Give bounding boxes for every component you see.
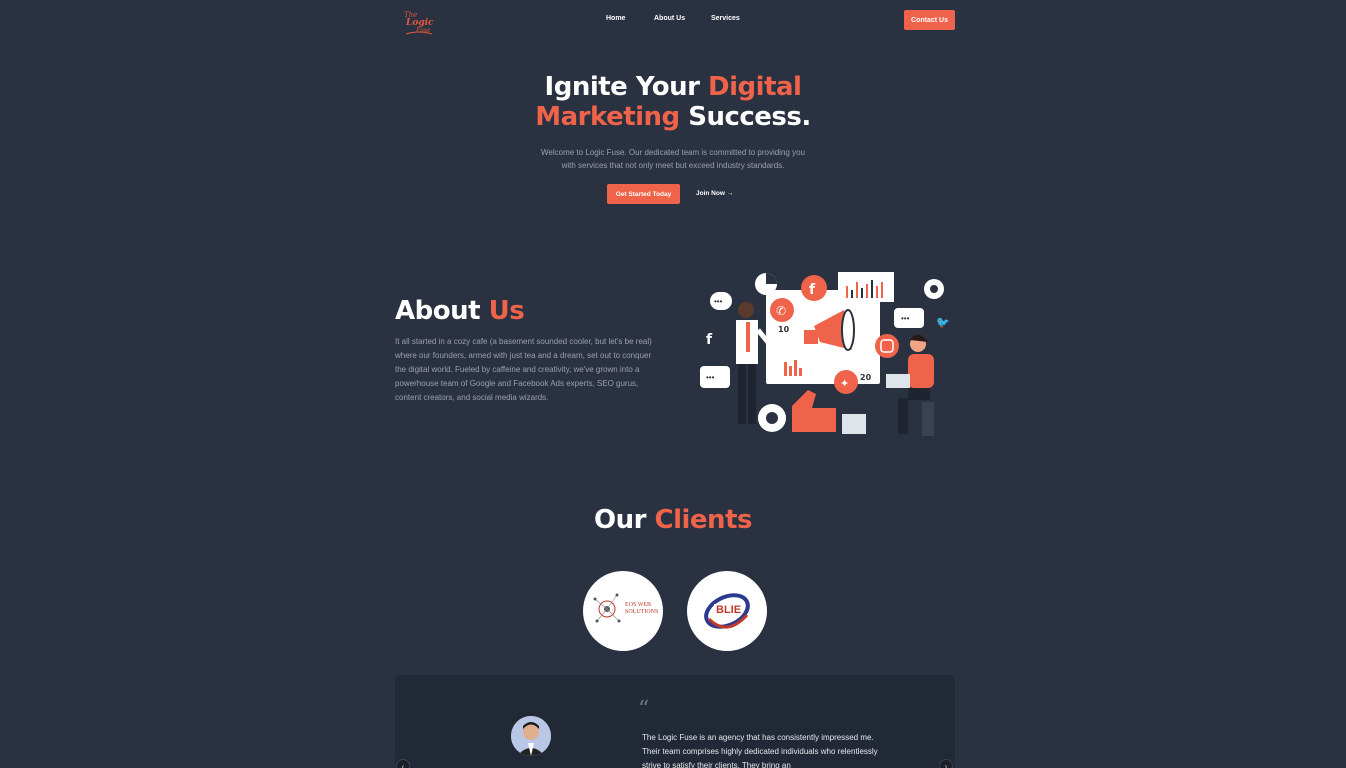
logic-fuse-logo[interactable]: The Logic Fuse — [402, 8, 436, 36]
blie-logo-text: BLIE — [716, 604, 742, 616]
svg-text:🐦: 🐦 — [936, 316, 950, 329]
nav-home[interactable]: Home — [606, 15, 625, 22]
svg-text:✦: ✦ — [840, 377, 849, 390]
digital-marketing-illustration: ✆ f ✦ 10 20 ••• ••• ••• 🐦 f — [696, 270, 952, 442]
client-logo-blie[interactable]: BLIE — [687, 571, 767, 651]
hero-title-part2: Success. — [679, 102, 811, 132]
hero-title-accent1: Digital — [708, 72, 802, 102]
svg-text:•••: ••• — [901, 314, 910, 323]
about-body: It all started in a cozy cafe (a basemen… — [395, 337, 652, 402]
hero-subtitle-line1: Welcome to Logic Fuse. Our dedicated tea… — [541, 148, 805, 157]
svg-text:•••: ••• — [714, 297, 723, 306]
hero-subtitle-line2: with services that not only meet but exc… — [561, 161, 785, 170]
svg-text:f: f — [706, 332, 713, 348]
quote-icon: “ — [638, 697, 650, 722]
clients-title-plain: Our — [594, 505, 655, 535]
clients-title: Our Clients — [0, 505, 1346, 535]
clients-title-accent: Clients — [654, 505, 753, 535]
client-logo-eos-web-solutions[interactable]: EOS WEB SOLUTIONS — [583, 571, 663, 651]
svg-text:•••: ••• — [706, 373, 715, 382]
prev-arrow-icon[interactable]: ‹ — [396, 759, 410, 768]
svg-text:f: f — [809, 282, 816, 298]
testimonial-card: “ The Logic Fuse is an agency that has c… — [395, 675, 955, 768]
hero-title-accent2: Marketing — [535, 102, 680, 132]
about-title: About Us — [395, 296, 525, 326]
about-title-accent: Us — [488, 296, 525, 326]
hero-subtitle: Welcome to Logic Fuse. Our dedicated tea… — [0, 146, 1346, 172]
eos-logo-text: EOS WEB SOLUTIONS — [625, 602, 658, 616]
join-now-link[interactable]: Join Now → — [696, 190, 733, 197]
next-arrow-icon[interactable]: › — [939, 759, 953, 768]
testimonial-avatar — [511, 716, 551, 756]
about-title-plain: About — [395, 296, 489, 326]
nav-about-us[interactable]: About Us — [654, 15, 685, 22]
eos-logo-line2: SOLUTIONS — [625, 609, 659, 615]
hero-title: Ignite Your Digital Marketing Success. — [0, 72, 1346, 132]
top-nav: The Logic Fuse Home About Us Services Co… — [0, 0, 1346, 42]
svg-text:20: 20 — [860, 373, 872, 382]
eos-logo-line1: EOS WEB — [625, 602, 652, 608]
svg-text:10: 10 — [778, 325, 790, 334]
contact-us-button[interactable]: Contact Us — [904, 10, 955, 30]
get-started-button[interactable]: Get Started Today — [607, 184, 680, 204]
hero-title-part1: Ignite Your — [544, 72, 709, 102]
svg-text:✆: ✆ — [776, 304, 786, 318]
nav-services[interactable]: Services — [711, 15, 740, 22]
testimonial-text: The Logic Fuse is an agency that has con… — [642, 733, 878, 768]
